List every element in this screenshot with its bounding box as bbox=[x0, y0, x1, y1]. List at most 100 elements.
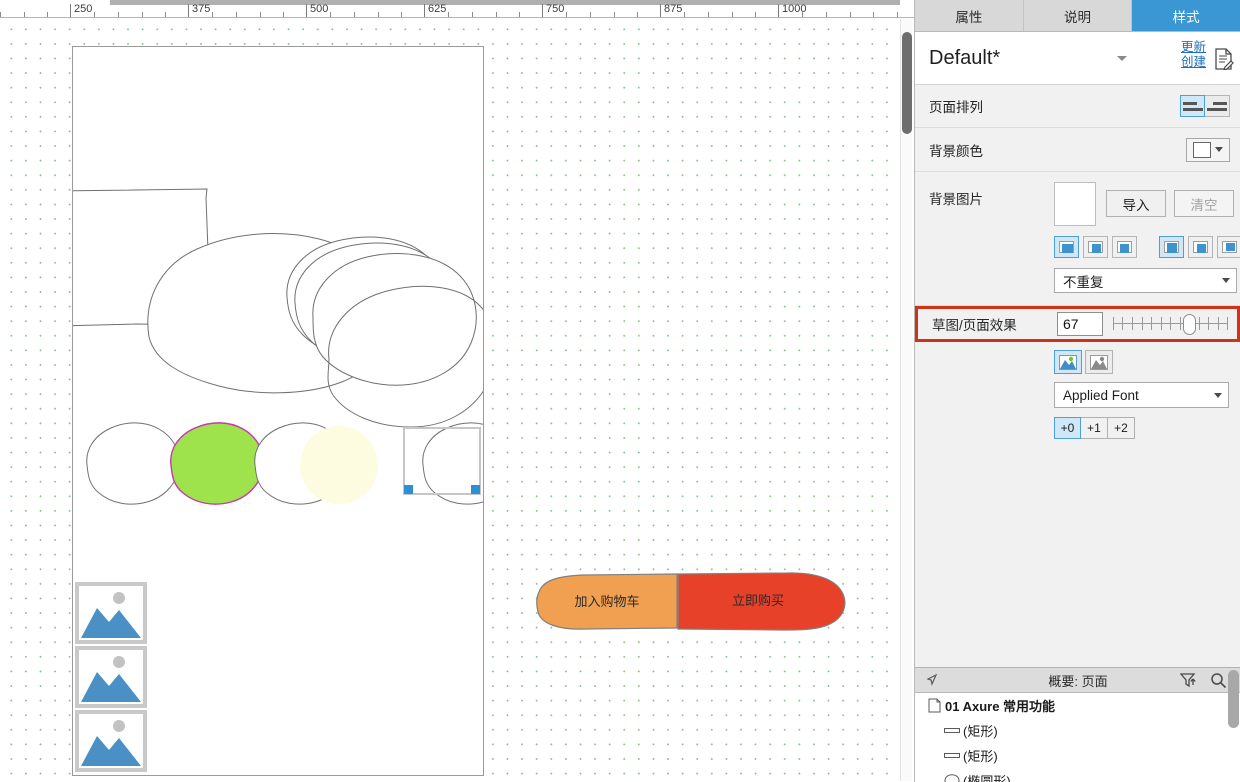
font-size-offset-row: +0 +1 +2 bbox=[915, 408, 1240, 439]
cta-button-group[interactable]: 加入购物车 立即购买 bbox=[525, 566, 865, 641]
ruler-minor-tick bbox=[496, 12, 497, 17]
font-size-plus-0-button[interactable]: +0 bbox=[1054, 417, 1081, 439]
rectangle-icon bbox=[941, 726, 963, 735]
ruler-minor-tick bbox=[448, 12, 449, 17]
rectangle-icon bbox=[941, 751, 963, 760]
ruler-minor-tick bbox=[850, 12, 851, 17]
sketch-ellipse-right bbox=[312, 253, 477, 386]
applied-font-select[interactable]: Applied Font bbox=[1054, 382, 1229, 408]
image-repeat-select[interactable]: 不重复 bbox=[1054, 268, 1237, 293]
selection-box[interactable] bbox=[403, 427, 481, 495]
image-align-left-button[interactable] bbox=[1054, 236, 1079, 258]
background-image-thumbnail[interactable] bbox=[1054, 182, 1096, 226]
canvas-grid[interactable]: 加入购物车 立即购买 bbox=[0, 18, 900, 782]
ruler-label: 750 bbox=[546, 3, 565, 15]
image-placeholder-widget[interactable] bbox=[75, 646, 147, 708]
outline-item-label: 01 Axure 常用功能 bbox=[945, 699, 1056, 714]
background-color-picker[interactable] bbox=[1186, 137, 1230, 162]
search-icon[interactable] bbox=[1210, 672, 1227, 689]
ruler-major-tick bbox=[660, 4, 661, 17]
panel-empty-space bbox=[915, 446, 1240, 667]
gray-image-button[interactable] bbox=[1085, 350, 1113, 374]
slider-tick bbox=[1208, 317, 1209, 330]
ruler-minor-tick bbox=[283, 12, 284, 17]
slider-tick bbox=[1160, 317, 1162, 330]
page-sheet[interactable] bbox=[72, 46, 484, 776]
outline-scroll-thumb[interactable] bbox=[1228, 670, 1239, 728]
clear-image-button[interactable]: 清空 bbox=[1174, 190, 1234, 217]
cursor-arrow-icon[interactable] bbox=[925, 673, 939, 687]
outline-list[interactable]: 01 Axure 常用功能 (矩形) (矩形) (椭圆形) bbox=[915, 693, 1240, 782]
page-arrange-row: 页面排列 bbox=[915, 85, 1240, 128]
ruler-minor-tick bbox=[566, 12, 567, 17]
outline-list-item[interactable]: (矩形) bbox=[915, 718, 1240, 743]
chevron-down-icon[interactable] bbox=[1117, 56, 1127, 61]
slider-tick bbox=[1113, 317, 1114, 330]
ruler-major-tick bbox=[188, 4, 189, 17]
slider-tick bbox=[1198, 317, 1200, 330]
inspector-tabs[interactable]: 属性 说明 样式 bbox=[915, 0, 1240, 32]
ruler-minor-tick bbox=[826, 12, 827, 17]
ruler-minor-tick bbox=[897, 12, 898, 17]
slider-tick bbox=[1217, 317, 1219, 330]
edit-style-icon[interactable] bbox=[1214, 48, 1234, 70]
slider-tick bbox=[1170, 317, 1171, 330]
tab-properties[interactable]: 属性 bbox=[915, 0, 1024, 31]
filter-icon[interactable] bbox=[1180, 672, 1197, 689]
sketch-circle-2-green bbox=[170, 422, 264, 505]
font-size-plus-1-button[interactable]: +1 bbox=[1081, 417, 1108, 439]
image-align-top-button[interactable] bbox=[1159, 236, 1184, 258]
align-left-button[interactable] bbox=[1180, 95, 1205, 117]
ruler-major-tick bbox=[424, 4, 425, 17]
align-right-button[interactable] bbox=[1205, 95, 1230, 117]
style-header: Default* 更新 创建 bbox=[915, 32, 1240, 85]
image-placeholder-widget[interactable] bbox=[75, 710, 147, 772]
sketch-effect-input[interactable] bbox=[1057, 312, 1103, 336]
align-left-icon bbox=[1182, 101, 1203, 111]
gray-image-icon bbox=[1090, 354, 1108, 370]
canvas-scroll-thumb[interactable] bbox=[902, 32, 912, 134]
ruler-label: 375 bbox=[192, 3, 211, 15]
slider-tick bbox=[1179, 317, 1181, 330]
image-h-align-group bbox=[1054, 236, 1137, 258]
outline-vertical-scrollbar[interactable] bbox=[1228, 670, 1239, 754]
tab-style[interactable]: 样式 bbox=[1132, 0, 1240, 31]
ruler-minor-tick bbox=[94, 12, 95, 17]
image-align-center-button[interactable] bbox=[1083, 236, 1108, 258]
create-style-link[interactable]: 创建 bbox=[1181, 55, 1206, 70]
sketch-effect-slider[interactable] bbox=[1113, 312, 1228, 336]
font-size-plus-2-button[interactable]: +2 bbox=[1108, 417, 1135, 439]
design-canvas[interactable]: 250 375 500 625 750 875 1000 加入购物车 立即购买 bbox=[0, 0, 914, 782]
import-image-button[interactable]: 导入 bbox=[1106, 190, 1166, 217]
canvas-vertical-scrollbar[interactable] bbox=[900, 19, 912, 781]
ruler-minor-tick bbox=[142, 12, 143, 17]
ruler-minor-tick bbox=[614, 12, 615, 17]
outline-list-item[interactable]: (矩形) bbox=[915, 743, 1240, 768]
tab-notes[interactable]: 说明 bbox=[1024, 0, 1133, 31]
ruler-minor-tick bbox=[519, 12, 520, 17]
update-style-link[interactable]: 更新 bbox=[1181, 40, 1206, 55]
image-placeholder-stack[interactable] bbox=[75, 582, 147, 774]
image-align-right-button[interactable] bbox=[1112, 236, 1137, 258]
image-align-middle-button[interactable] bbox=[1188, 236, 1213, 258]
ruler-major-tick bbox=[542, 4, 543, 17]
selection-handle-bottom-left[interactable] bbox=[404, 485, 413, 494]
color-image-button[interactable] bbox=[1054, 350, 1082, 374]
sketch-shapes-group[interactable] bbox=[72, 177, 484, 428]
ruler-minor-tick bbox=[47, 12, 48, 17]
slider-thumb[interactable] bbox=[1183, 314, 1197, 335]
ruler-minor-tick bbox=[401, 12, 402, 17]
chevron-down-icon bbox=[1214, 392, 1222, 398]
image-icon bbox=[81, 720, 141, 766]
outline-root-item[interactable]: 01 Axure 常用功能 bbox=[915, 693, 1240, 718]
image-placeholder-widget[interactable] bbox=[75, 582, 147, 644]
selection-handle-bottom-right[interactable] bbox=[471, 485, 480, 494]
buy-now-button-label: 立即购买 bbox=[732, 593, 784, 608]
background-color-swatch bbox=[1193, 141, 1211, 158]
horizontal-ruler[interactable]: 250 375 500 625 750 875 1000 bbox=[0, 0, 914, 18]
ruler-minor-tick bbox=[684, 12, 685, 17]
ruler-minor-tick bbox=[378, 12, 379, 17]
image-v-align-group bbox=[1159, 236, 1240, 258]
image-align-bottom-button[interactable] bbox=[1217, 236, 1240, 258]
outline-list-item[interactable]: (椭圆形) bbox=[915, 768, 1240, 782]
